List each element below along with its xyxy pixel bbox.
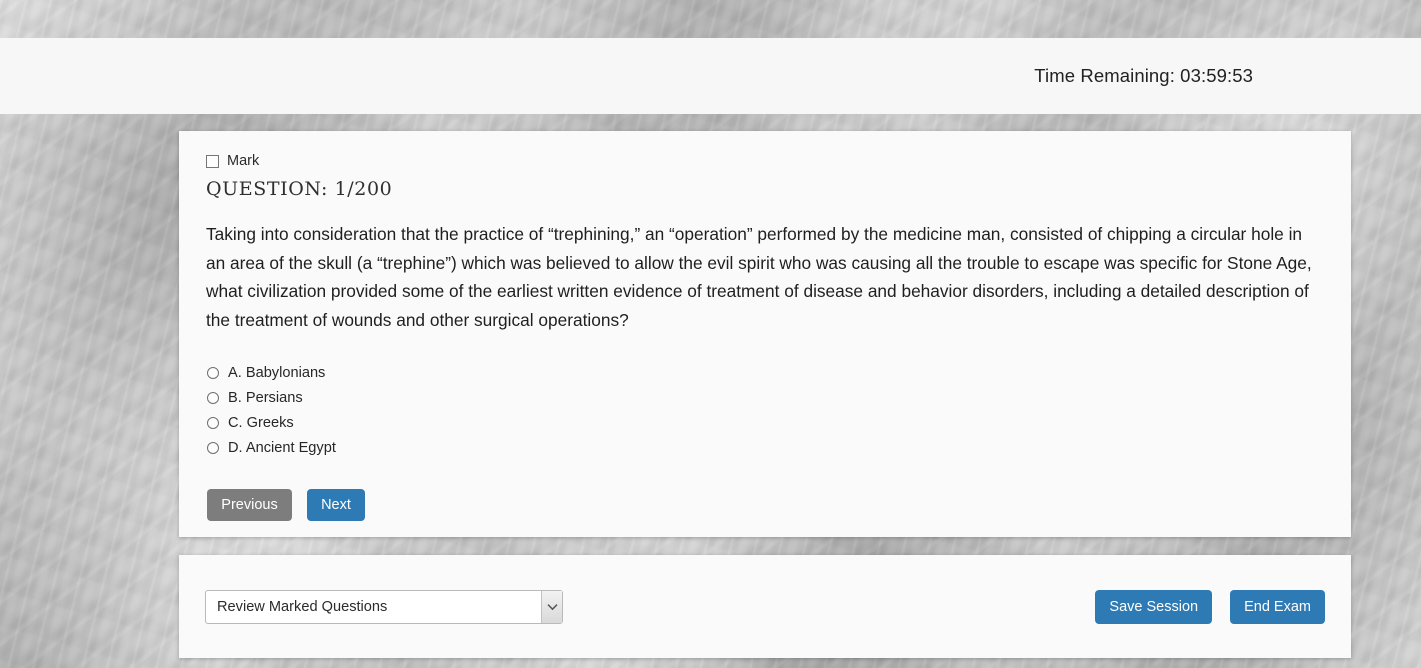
answer-option-label: B. Persians (228, 389, 303, 406)
previous-button[interactable]: Previous (207, 489, 292, 521)
answer-option-a[interactable]: A. Babylonians (207, 360, 1325, 385)
mark-label: Mark (227, 153, 260, 169)
answer-option-label: D. Ancient Egypt (228, 439, 336, 456)
navigation-buttons: Previous Next (207, 489, 1325, 521)
radio-icon-b[interactable] (207, 391, 219, 404)
footer-action-buttons: Save Session End Exam (1095, 589, 1325, 624)
question-number-heading: QUESTION: 1/200 (206, 178, 393, 200)
answer-option-label: A. Babylonians (228, 364, 326, 381)
question-text: Taking into consideration that the pract… (206, 224, 1312, 330)
exam-footer-bar: Review Marked Questions Save Session End… (179, 555, 1351, 658)
save-session-button[interactable]: Save Session (1095, 589, 1213, 624)
answer-option-c[interactable]: C. Greeks (207, 410, 1325, 435)
timer-bar: Time Remaining: 03:59:53 (0, 38, 1421, 114)
radio-icon-c[interactable] (207, 416, 219, 429)
radio-icon-d[interactable] (207, 441, 219, 454)
next-button[interactable]: Next (307, 489, 365, 521)
review-select-wrapper: Review Marked Questions (205, 589, 563, 624)
radio-icon-a[interactable] (207, 366, 219, 379)
mark-question-row[interactable]: Mark (206, 153, 1325, 169)
answer-option-d[interactable]: D. Ancient Egypt (207, 435, 1325, 460)
answer-option-label: C. Greeks (228, 414, 294, 431)
review-marked-questions-select[interactable]: Review Marked Questions (205, 589, 563, 624)
answer-options-list: A. Babylonians B. Persians C. Greeks D. … (207, 360, 1325, 460)
time-remaining-label: Time Remaining: 03:59:53 (1034, 65, 1253, 86)
question-card: Mark QUESTION: 1/200 Taking into conside… (179, 131, 1351, 537)
mark-checkbox[interactable] (206, 154, 219, 168)
end-exam-button[interactable]: End Exam (1230, 589, 1325, 624)
answer-option-b[interactable]: B. Persians (207, 385, 1325, 410)
